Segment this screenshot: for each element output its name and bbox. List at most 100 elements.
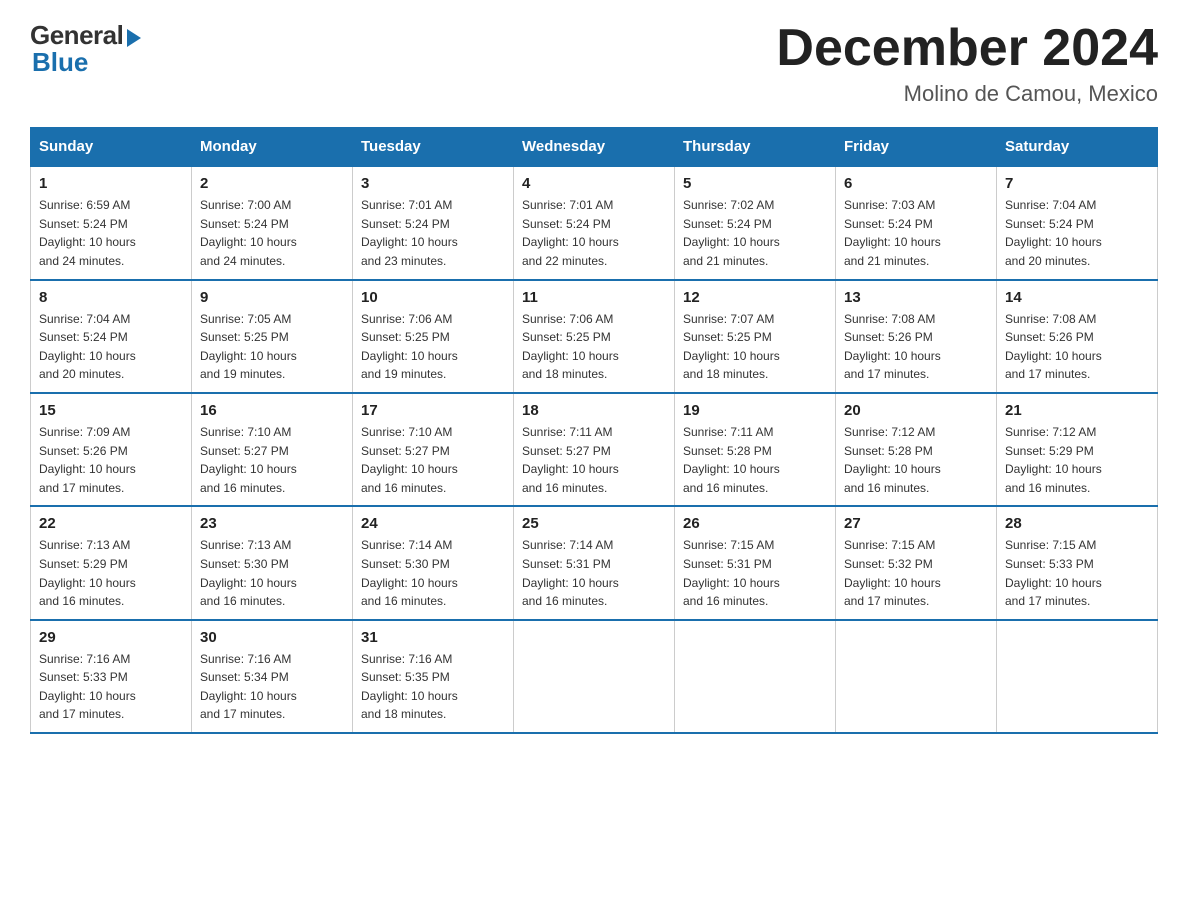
- day-number: 21: [1005, 402, 1149, 419]
- logo-triangle-icon: [127, 29, 141, 47]
- day-number: 22: [39, 515, 183, 532]
- day-number: 25: [522, 515, 666, 532]
- day-info: Sunrise: 7:11 AM Sunset: 5:28 PM Dayligh…: [683, 423, 827, 497]
- calendar-cell: 21 Sunrise: 7:12 AM Sunset: 5:29 PM Dayli…: [997, 393, 1158, 506]
- day-number: 15: [39, 402, 183, 419]
- day-info: Sunrise: 7:15 AM Sunset: 5:33 PM Dayligh…: [1005, 536, 1149, 610]
- day-info: Sunrise: 7:09 AM Sunset: 5:26 PM Dayligh…: [39, 423, 183, 497]
- calendar-cell: [675, 620, 836, 733]
- day-info: Sunrise: 7:10 AM Sunset: 5:27 PM Dayligh…: [361, 423, 505, 497]
- logo-blue-text: Blue: [32, 47, 88, 78]
- calendar-cell: 25 Sunrise: 7:14 AM Sunset: 5:31 PM Dayli…: [514, 506, 675, 619]
- day-number: 9: [200, 289, 344, 306]
- calendar-cell: 12Sunrise: 7:07 AM Sunset: 5:25 PM Dayli…: [675, 280, 836, 393]
- day-info: Sunrise: 7:08 AM Sunset: 5:26 PM Dayligh…: [844, 310, 988, 384]
- calendar-cell: 1 Sunrise: 6:59 AM Sunset: 5:24 PM Daylig…: [31, 166, 192, 279]
- day-info: Sunrise: 7:00 AM Sunset: 5:24 PM Dayligh…: [200, 196, 344, 270]
- day-info: Sunrise: 7:12 AM Sunset: 5:28 PM Dayligh…: [844, 423, 988, 497]
- day-info: Sunrise: 7:13 AM Sunset: 5:29 PM Dayligh…: [39, 536, 183, 610]
- calendar-cell: 14 Sunrise: 7:08 AM Sunset: 5:26 PM Dayli…: [997, 280, 1158, 393]
- day-info: Sunrise: 7:15 AM Sunset: 5:32 PM Dayligh…: [844, 536, 988, 610]
- day-number: 17: [361, 402, 505, 419]
- day-info: Sunrise: 6:59 AM Sunset: 5:24 PM Dayligh…: [39, 196, 183, 270]
- day-info: Sunrise: 7:01 AM Sunset: 5:24 PM Dayligh…: [522, 196, 666, 270]
- calendar-cell: 5 Sunrise: 7:02 AM Sunset: 5:24 PM Daylig…: [675, 166, 836, 279]
- day-info: Sunrise: 7:02 AM Sunset: 5:24 PM Dayligh…: [683, 196, 827, 270]
- calendar-cell: 18Sunrise: 7:11 AM Sunset: 5:27 PM Dayli…: [514, 393, 675, 506]
- day-info: Sunrise: 7:05 AM Sunset: 5:25 PM Dayligh…: [200, 310, 344, 384]
- calendar-cell: 22 Sunrise: 7:13 AM Sunset: 5:29 PM Dayli…: [31, 506, 192, 619]
- day-number: 29: [39, 629, 183, 646]
- column-header-sunday: Sunday: [31, 128, 192, 167]
- calendar-cell: 7Sunrise: 7:04 AM Sunset: 5:24 PM Daylig…: [997, 166, 1158, 279]
- day-number: 23: [200, 515, 344, 532]
- day-number: 1: [39, 175, 183, 192]
- day-info: Sunrise: 7:16 AM Sunset: 5:33 PM Dayligh…: [39, 650, 183, 724]
- calendar-cell: 10 Sunrise: 7:06 AM Sunset: 5:25 PM Dayli…: [353, 280, 514, 393]
- calendar-cell: 19Sunrise: 7:11 AM Sunset: 5:28 PM Dayli…: [675, 393, 836, 506]
- calendar-week-row: 15 Sunrise: 7:09 AM Sunset: 5:26 PM Dayli…: [31, 393, 1158, 506]
- calendar-cell: 17 Sunrise: 7:10 AM Sunset: 5:27 PM Dayli…: [353, 393, 514, 506]
- calendar-cell: 20 Sunrise: 7:12 AM Sunset: 5:28 PM Dayli…: [836, 393, 997, 506]
- calendar-cell: 26 Sunrise: 7:15 AM Sunset: 5:31 PM Dayli…: [675, 506, 836, 619]
- calendar-week-row: 1 Sunrise: 6:59 AM Sunset: 5:24 PM Daylig…: [31, 166, 1158, 279]
- calendar-week-row: 29 Sunrise: 7:16 AM Sunset: 5:33 PM Dayli…: [31, 620, 1158, 733]
- calendar-table: SundayMondayTuesdayWednesdayThursdayFrid…: [30, 127, 1158, 734]
- day-info: Sunrise: 7:16 AM Sunset: 5:35 PM Dayligh…: [361, 650, 505, 724]
- day-number: 2: [200, 175, 344, 192]
- day-number: 13: [844, 289, 988, 306]
- calendar-cell: 13 Sunrise: 7:08 AM Sunset: 5:26 PM Dayli…: [836, 280, 997, 393]
- day-info: Sunrise: 7:12 AM Sunset: 5:29 PM Dayligh…: [1005, 423, 1149, 497]
- calendar-cell: [997, 620, 1158, 733]
- day-number: 8: [39, 289, 183, 306]
- calendar-cell: 2 Sunrise: 7:00 AM Sunset: 5:24 PM Daylig…: [192, 166, 353, 279]
- day-info: Sunrise: 7:07 AM Sunset: 5:25 PM Dayligh…: [683, 310, 827, 384]
- calendar-header-row: SundayMondayTuesdayWednesdayThursdayFrid…: [31, 128, 1158, 167]
- day-info: Sunrise: 7:14 AM Sunset: 5:31 PM Dayligh…: [522, 536, 666, 610]
- column-header-thursday: Thursday: [675, 128, 836, 167]
- day-info: Sunrise: 7:06 AM Sunset: 5:25 PM Dayligh…: [361, 310, 505, 384]
- column-header-monday: Monday: [192, 128, 353, 167]
- day-number: 3: [361, 175, 505, 192]
- day-info: Sunrise: 7:16 AM Sunset: 5:34 PM Dayligh…: [200, 650, 344, 724]
- calendar-week-row: 22 Sunrise: 7:13 AM Sunset: 5:29 PM Dayli…: [31, 506, 1158, 619]
- day-info: Sunrise: 7:03 AM Sunset: 5:24 PM Dayligh…: [844, 196, 988, 270]
- calendar-cell: [514, 620, 675, 733]
- calendar-cell: 9 Sunrise: 7:05 AM Sunset: 5:25 PM Daylig…: [192, 280, 353, 393]
- calendar-cell: 30Sunrise: 7:16 AM Sunset: 5:34 PM Dayli…: [192, 620, 353, 733]
- day-info: Sunrise: 7:11 AM Sunset: 5:27 PM Dayligh…: [522, 423, 666, 497]
- location-label: Molino de Camou, Mexico: [776, 81, 1158, 107]
- calendar-cell: 31Sunrise: 7:16 AM Sunset: 5:35 PM Dayli…: [353, 620, 514, 733]
- day-number: 16: [200, 402, 344, 419]
- calendar-cell: 23 Sunrise: 7:13 AM Sunset: 5:30 PM Dayli…: [192, 506, 353, 619]
- calendar-cell: 16 Sunrise: 7:10 AM Sunset: 5:27 PM Dayli…: [192, 393, 353, 506]
- column-header-friday: Friday: [836, 128, 997, 167]
- day-number: 10: [361, 289, 505, 306]
- calendar-cell: 6 Sunrise: 7:03 AM Sunset: 5:24 PM Daylig…: [836, 166, 997, 279]
- calendar-cell: 4Sunrise: 7:01 AM Sunset: 5:24 PM Daylig…: [514, 166, 675, 279]
- page-header: General Blue December 2024 Molino de Cam…: [30, 20, 1158, 107]
- calendar-cell: 15 Sunrise: 7:09 AM Sunset: 5:26 PM Dayli…: [31, 393, 192, 506]
- calendar-cell: 27Sunrise: 7:15 AM Sunset: 5:32 PM Dayli…: [836, 506, 997, 619]
- day-number: 20: [844, 402, 988, 419]
- calendar-cell: 11Sunrise: 7:06 AM Sunset: 5:25 PM Dayli…: [514, 280, 675, 393]
- day-number: 14: [1005, 289, 1149, 306]
- day-number: 6: [844, 175, 988, 192]
- title-block: December 2024 Molino de Camou, Mexico: [776, 20, 1158, 107]
- day-info: Sunrise: 7:13 AM Sunset: 5:30 PM Dayligh…: [200, 536, 344, 610]
- logo: General Blue: [30, 20, 141, 78]
- day-number: 28: [1005, 515, 1149, 532]
- day-info: Sunrise: 7:08 AM Sunset: 5:26 PM Dayligh…: [1005, 310, 1149, 384]
- calendar-cell: 8Sunrise: 7:04 AM Sunset: 5:24 PM Daylig…: [31, 280, 192, 393]
- day-info: Sunrise: 7:04 AM Sunset: 5:24 PM Dayligh…: [1005, 196, 1149, 270]
- day-info: Sunrise: 7:10 AM Sunset: 5:27 PM Dayligh…: [200, 423, 344, 497]
- day-number: 24: [361, 515, 505, 532]
- column-header-tuesday: Tuesday: [353, 128, 514, 167]
- calendar-cell: 24 Sunrise: 7:14 AM Sunset: 5:30 PM Dayli…: [353, 506, 514, 619]
- day-info: Sunrise: 7:15 AM Sunset: 5:31 PM Dayligh…: [683, 536, 827, 610]
- day-number: 5: [683, 175, 827, 192]
- day-number: 26: [683, 515, 827, 532]
- day-info: Sunrise: 7:01 AM Sunset: 5:24 PM Dayligh…: [361, 196, 505, 270]
- day-number: 11: [522, 289, 666, 306]
- day-info: Sunrise: 7:14 AM Sunset: 5:30 PM Dayligh…: [361, 536, 505, 610]
